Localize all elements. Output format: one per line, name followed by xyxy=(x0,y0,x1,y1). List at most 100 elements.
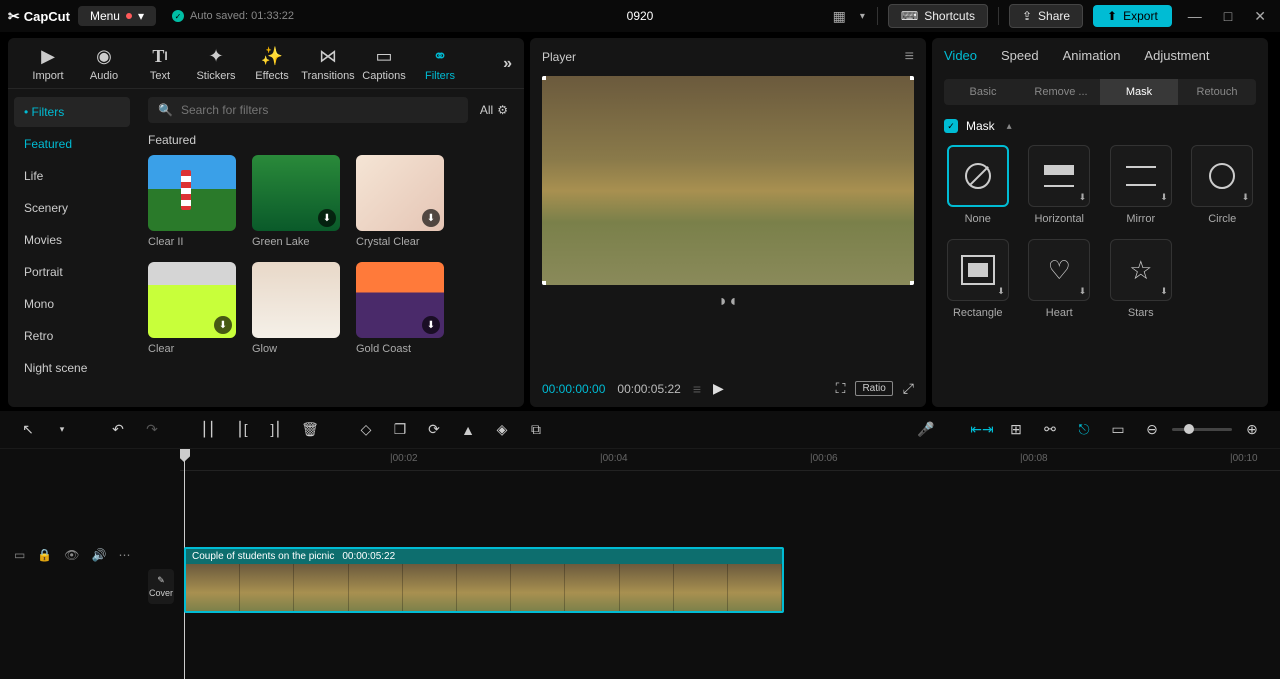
category-header[interactable]: • Filters xyxy=(14,97,130,127)
shortcuts-button[interactable]: ⌨ Shortcuts xyxy=(888,4,988,28)
player-menu-icon[interactable]: ≡ xyxy=(905,48,914,66)
mirror-tool[interactable]: ▲ xyxy=(454,416,482,444)
tab-captions[interactable]: ▭Captions xyxy=(356,46,412,82)
zoom-slider[interactable] xyxy=(1172,428,1232,431)
subtab-retouch[interactable]: Retouch xyxy=(1178,79,1256,105)
player-canvas[interactable] xyxy=(542,76,914,285)
mask-item-rectangle[interactable]: ⬇ Rectangle xyxy=(944,239,1012,319)
player-jog-icon[interactable]: ◗◖ xyxy=(542,293,914,311)
mask-item-none[interactable]: None xyxy=(944,145,1012,225)
zoom-in-button[interactable]: ⊕ xyxy=(1238,416,1266,444)
category-life[interactable]: Life xyxy=(14,161,130,191)
crop-handle[interactable] xyxy=(910,76,914,80)
mask-item-horizontal[interactable]: ⬇ Horizontal xyxy=(1026,145,1094,225)
subtab-basic[interactable]: Basic xyxy=(944,79,1022,105)
window-close[interactable]: ✕ xyxy=(1248,8,1272,25)
marker-tool[interactable]: ◇ xyxy=(352,416,380,444)
crop-handle[interactable] xyxy=(542,281,546,285)
chevron-down-icon[interactable]: ▾ xyxy=(48,416,76,444)
crop-handle[interactable] xyxy=(910,281,914,285)
tab-audio[interactable]: ◉Audio xyxy=(76,46,132,82)
align-tool[interactable]: ⊞ xyxy=(1002,416,1030,444)
split-tool[interactable]: ⎮⎮ xyxy=(194,416,222,444)
search-input[interactable] xyxy=(181,103,458,117)
search-box[interactable]: 🔍 xyxy=(148,97,468,123)
cover-button[interactable]: ✎ Cover xyxy=(148,569,174,604)
delete-tool[interactable]: 🗑 xyxy=(296,416,324,444)
snap-tool[interactable]: ⇤⇥ xyxy=(968,416,996,444)
category-retro[interactable]: Retro xyxy=(14,321,130,351)
tab-effects[interactable]: ✨Effects xyxy=(244,46,300,82)
track-lock-icon[interactable]: 🔒 xyxy=(37,548,52,562)
timeline-tracks[interactable]: |00:02 |00:04 |00:06 |00:08 |00:10 Coupl… xyxy=(180,449,1280,679)
tab-animation[interactable]: Animation xyxy=(1063,48,1121,67)
link-tool[interactable]: ⚯ xyxy=(1036,416,1064,444)
share-button[interactable]: ⇪ Share xyxy=(1009,4,1083,28)
refresh-tool[interactable]: ⟳ xyxy=(420,416,448,444)
chevron-down-icon[interactable]: ▾ xyxy=(858,9,867,24)
subtab-remove[interactable]: Remove ... xyxy=(1022,79,1100,105)
mask-checkbox[interactable]: ✓ xyxy=(944,119,958,133)
filter-item[interactable]: ⬇ Gold Coast xyxy=(356,262,444,355)
tab-text[interactable]: TIText xyxy=(132,46,188,82)
crop-handle[interactable] xyxy=(542,76,546,80)
preview-tool[interactable]: ▭ xyxy=(1104,416,1132,444)
tab-transitions[interactable]: ⋈Transitions xyxy=(300,46,356,82)
project-name[interactable]: 0920 xyxy=(627,9,654,23)
undo-button[interactable]: ↶ xyxy=(104,416,132,444)
all-filter-button[interactable]: All ⚙ xyxy=(476,103,512,117)
menu-button[interactable]: Menu ▾ xyxy=(78,6,156,26)
category-portrait[interactable]: Portrait xyxy=(14,257,130,287)
track-mute-icon[interactable]: 🔊 xyxy=(92,548,107,562)
filter-item[interactable]: ⬇ Green Lake xyxy=(252,155,340,248)
chevron-up-icon[interactable]: ▴ xyxy=(1007,121,1012,132)
split-left-tool[interactable]: ⎮[ xyxy=(228,416,256,444)
crop-tool[interactable]: ⧉ xyxy=(522,416,550,444)
fullscreen-icon[interactable]: ⤢ xyxy=(903,380,914,397)
tab-stickers[interactable]: ✦Stickers xyxy=(188,46,244,82)
category-night-scene[interactable]: Night scene xyxy=(14,353,130,383)
mic-tool[interactable]: 🎤 xyxy=(912,416,940,444)
layout-icon[interactable]: ▦ xyxy=(831,6,848,27)
tab-filters[interactable]: ⚭Filters xyxy=(412,46,468,82)
tab-adjustment[interactable]: Adjustment xyxy=(1144,48,1209,67)
filter-item[interactable]: ⬇ Clear xyxy=(148,262,236,355)
video-clip[interactable]: Couple of students on the picnic 00:00:0… xyxy=(184,547,784,613)
category-featured[interactable]: Featured xyxy=(14,129,130,159)
category-mono[interactable]: Mono xyxy=(14,289,130,319)
zoom-out-button[interactable]: ⊖ xyxy=(1138,416,1166,444)
magnet-tool[interactable]: ⎋ xyxy=(1070,416,1098,444)
mask-item-heart[interactable]: ♡⬇ Heart xyxy=(1026,239,1094,319)
logo-icon: ✂ xyxy=(8,8,20,25)
redo-button[interactable]: ↷ xyxy=(138,416,166,444)
track-more-icon[interactable]: ⋯ xyxy=(118,548,130,562)
copy-tool[interactable]: ❐ xyxy=(386,416,414,444)
play-button[interactable]: ▶ xyxy=(713,380,724,397)
filter-item[interactable]: Glow xyxy=(252,262,340,355)
tab-speed[interactable]: Speed xyxy=(1001,48,1039,67)
window-minimize[interactable]: — xyxy=(1182,8,1208,24)
filter-item[interactable]: ⬇ Crystal Clear xyxy=(356,155,444,248)
tab-video[interactable]: Video xyxy=(944,48,977,67)
subtab-mask[interactable]: Mask xyxy=(1100,79,1178,105)
track-visibility-icon[interactable]: 👁 xyxy=(64,548,79,562)
tab-import[interactable]: ▶Import xyxy=(20,46,76,82)
mask-item-mirror[interactable]: ⬇ Mirror xyxy=(1107,145,1175,225)
window-maximize[interactable]: □ xyxy=(1218,8,1238,24)
export-button[interactable]: ⬆ Export xyxy=(1093,5,1172,27)
zoom-thumb[interactable] xyxy=(1184,424,1194,434)
scan-icon[interactable]: ⛶ xyxy=(836,380,846,397)
category-movies[interactable]: Movies xyxy=(14,225,130,255)
track-collapse-icon[interactable]: ▭ xyxy=(14,548,25,562)
ratio-button[interactable]: Ratio xyxy=(855,381,892,396)
tabs-more-icon[interactable]: » xyxy=(503,55,512,73)
rotate-tool[interactable]: ◈ xyxy=(488,416,516,444)
mask-item-stars[interactable]: ☆⬇ Stars xyxy=(1107,239,1175,319)
split-right-tool[interactable]: ]⎮ xyxy=(262,416,290,444)
levels-icon[interactable]: ≡ xyxy=(693,381,701,397)
mask-item-circle[interactable]: ⬇ Circle xyxy=(1189,145,1257,225)
filter-item[interactable]: Clear II xyxy=(148,155,236,248)
category-scenery[interactable]: Scenery xyxy=(14,193,130,223)
timeline-ruler[interactable]: |00:02 |00:04 |00:06 |00:08 |00:10 xyxy=(180,449,1280,471)
cursor-tool[interactable]: ↖ xyxy=(14,416,42,444)
